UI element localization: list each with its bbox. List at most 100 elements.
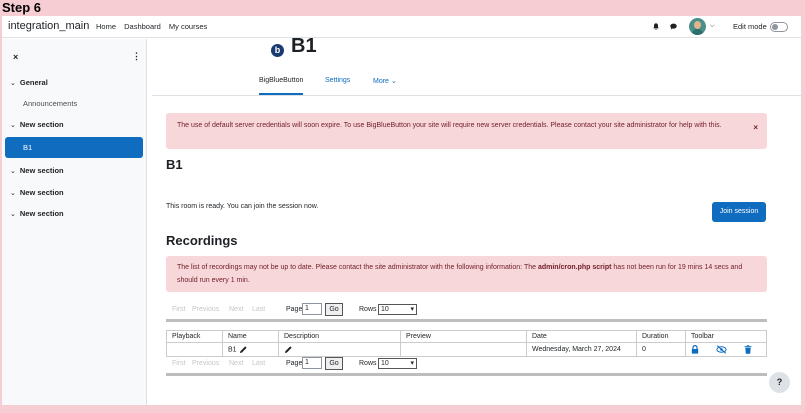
close-drawer-icon[interactable]: × <box>13 52 18 62</box>
site-brand[interactable]: integration_main <box>8 20 89 32</box>
section-new-section-3[interactable]: ⌄ New section <box>2 182 143 203</box>
activity-b1[interactable]: B1 <box>5 137 143 158</box>
tab-more-label: More <box>373 78 389 85</box>
drawer-more-options-icon[interactable]: ⋮ <box>132 51 141 62</box>
section-new-section-1[interactable]: ⌄ New section <box>2 114 143 135</box>
cell-date: Wednesday, March 27, 2024 <box>526 342 637 357</box>
nav-link-home[interactable]: Home <box>96 22 116 31</box>
tab-more[interactable]: More ⌄ <box>373 77 397 85</box>
pager-go-button[interactable]: Go <box>325 303 343 316</box>
pager-page-label: Page <box>286 360 303 367</box>
section-general[interactable]: ⌄ General <box>2 72 143 93</box>
messages-chat-icon[interactable] <box>670 23 677 30</box>
pager-rows-select[interactable]: 10 <box>378 358 417 369</box>
section-label: General <box>19 78 48 87</box>
tab-settings[interactable]: Settings <box>325 77 350 84</box>
column-header-preview: Preview <box>400 330 527 343</box>
main-content: b B1 BigBlueButton Settings More ⌄ The u… <box>152 35 801 405</box>
section-new-section-2[interactable]: ⌄ New section <box>2 160 143 181</box>
chevron-down-icon[interactable]: ⌄ <box>10 73 16 94</box>
nav-link-my-courses[interactable]: My courses <box>169 22 207 31</box>
edit-mode-label: Edit mode <box>733 22 767 31</box>
bigbluebutton-activity-icon: b <box>271 44 284 57</box>
edit-name-pencil-icon[interactable] <box>239 345 248 354</box>
table-row: B1 Wednesday, March 27, 2024 0 <box>166 342 767 357</box>
chevron-down-icon[interactable]: ⌄ <box>10 204 16 225</box>
pager-rows-select[interactable]: 10 <box>378 304 417 315</box>
close-alert-icon[interactable]: × <box>753 121 758 134</box>
pager-last-link[interactable]: Last <box>252 360 265 367</box>
primary-navigation: Home Dashboard My courses <box>96 22 213 31</box>
page-title: B1 <box>291 35 317 57</box>
column-header-date: Date <box>526 330 637 343</box>
cell-description <box>278 342 401 357</box>
help-button[interactable]: ? <box>769 372 790 393</box>
pager-previous-link[interactable]: Previous <box>192 306 219 313</box>
pager-rows-label: Rows <box>359 360 377 367</box>
lock-icon[interactable] <box>691 344 699 354</box>
section-label: New section <box>19 188 64 197</box>
top-navbar: integration_main Home Dashboard My cours… <box>2 16 801 38</box>
room-status-text: This room is ready. You can join the ses… <box>166 203 319 210</box>
section-new-section-4[interactable]: ⌄ New section <box>2 203 143 224</box>
recordings-heading: Recordings <box>166 233 238 248</box>
hide-eye-slash-icon[interactable] <box>716 345 727 354</box>
pager-page-label: Page <box>286 306 303 313</box>
notifications-bell-icon[interactable] <box>653 23 659 30</box>
credentials-warning-text: The use of default server credentials wi… <box>177 122 722 129</box>
pager-previous-link[interactable]: Previous <box>192 360 219 367</box>
recordings-pager-top: First Previous Next Last Page 1 Go Rows … <box>166 303 767 317</box>
chevron-down-icon[interactable]: ⌄ <box>10 183 16 204</box>
pager-first-link[interactable]: First <box>172 360 186 367</box>
tab-bigbluebutton[interactable]: BigBlueButton <box>259 77 304 95</box>
cron-warning-text-start: The list of recordings may not be up to … <box>177 264 538 271</box>
chevron-down-icon[interactable]: ⌄ <box>10 115 16 136</box>
recording-name: B1 <box>228 346 237 354</box>
pager-last-link[interactable]: Last <box>252 306 265 313</box>
cell-name: B1 <box>222 342 279 357</box>
activity-label: B1 <box>23 143 33 152</box>
activity-announcements[interactable]: Announcements <box>2 93 143 114</box>
pager-go-button[interactable]: Go <box>325 357 343 370</box>
room-heading: B1 <box>166 157 183 172</box>
pager-next-link[interactable]: Next <box>229 360 243 367</box>
section-label: New section <box>19 120 64 129</box>
recordings-table: Playback Name Description Preview Date D… <box>166 330 767 357</box>
section-label: New section <box>19 209 64 218</box>
cron-script-name: admin/cron.php script <box>537 264 612 271</box>
browser-frame: integration_main Home Dashboard My cours… <box>2 16 801 405</box>
join-session-button[interactable]: Join session <box>712 202 766 222</box>
nav-link-dashboard[interactable]: Dashboard <box>124 22 161 31</box>
cell-duration: 0 <box>636 342 686 357</box>
activity-label: Announcements <box>23 99 78 108</box>
chevron-down-icon: ⌄ <box>390 78 397 85</box>
user-menu-chevron-down-icon[interactable]: ⌵ <box>710 23 715 30</box>
cell-playback <box>166 342 223 357</box>
course-index-drawer: × ⋮ ⌄ General Announcements ⌄ New section … <box>2 39 147 405</box>
delete-trash-icon[interactable] <box>744 345 752 354</box>
recordings-pager-bottom: First Previous Next Last Page 1 Go Rows … <box>166 357 767 371</box>
pager-first-link[interactable]: First <box>172 306 186 313</box>
pager-next-link[interactable]: Next <box>229 306 243 313</box>
edit-mode-toggle[interactable] <box>770 22 788 32</box>
cell-toolbar <box>685 342 767 357</box>
pager-page-input[interactable]: 1 <box>302 357 322 369</box>
table-header-row: Playback Name Description Preview Date D… <box>166 330 767 343</box>
cell-preview <box>400 342 527 357</box>
cron-warning-alert: The list of recordings may not be up to … <box>166 256 767 292</box>
column-header-playback: Playback <box>166 330 223 343</box>
chevron-down-icon[interactable]: ⌄ <box>10 161 16 182</box>
column-header-toolbar: Toolbar <box>685 330 767 343</box>
pager-divider <box>166 373 767 376</box>
edit-description-pencil-icon[interactable] <box>284 345 293 354</box>
secondary-navigation-tabs: BigBlueButton Settings More ⌄ <box>152 72 801 96</box>
user-avatar[interactable] <box>689 18 706 35</box>
step-label: Step 6 <box>2 0 42 15</box>
section-label: New section <box>19 166 64 175</box>
credentials-warning-alert: The use of default server credentials wi… <box>166 113 767 149</box>
column-header-description: Description <box>278 330 401 343</box>
pager-rows-label: Rows <box>359 306 377 313</box>
column-header-name: Name <box>222 330 279 343</box>
pager-page-input[interactable]: 1 <box>302 303 322 315</box>
column-header-duration: Duration <box>636 330 686 343</box>
